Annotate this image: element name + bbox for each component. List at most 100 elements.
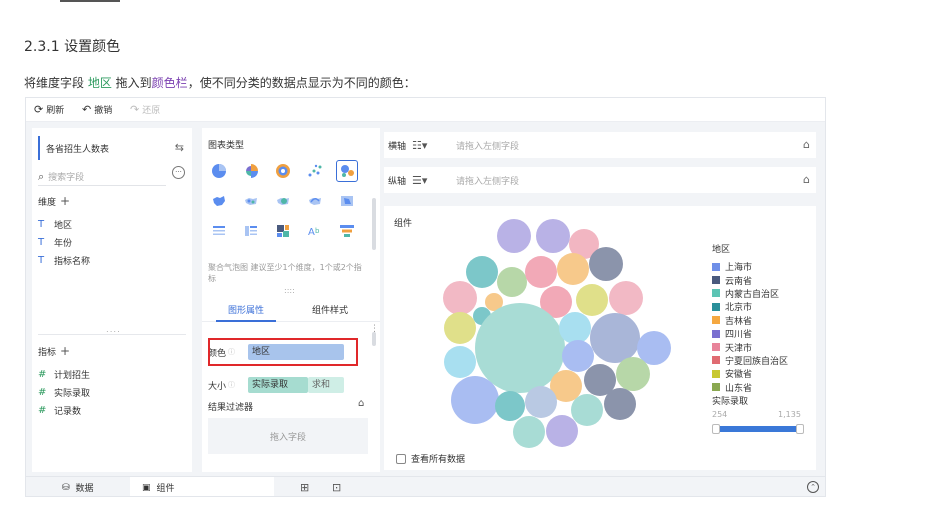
chart-type-flow-map[interactable] — [304, 190, 326, 212]
field-search-input[interactable]: ⌕ 搜索字段 — [38, 168, 166, 186]
more-options-icon[interactable]: ··· — [172, 166, 185, 179]
bubble-chart-icon — [341, 165, 354, 177]
tab-graphic-properties[interactable]: 图形属性 — [228, 303, 264, 316]
bubble — [525, 256, 557, 288]
dimension-field[interactable]: T 年份 — [38, 236, 72, 249]
measure-field[interactable]: # 记录数 — [38, 404, 81, 417]
bubble — [562, 340, 594, 372]
text-field-icon: T — [38, 237, 45, 248]
legend-item[interactable]: 四川省 — [712, 327, 812, 340]
legend-label: 安徽省 — [725, 370, 753, 381]
legend-item[interactable]: 内蒙古自治区 — [712, 287, 812, 300]
slider-max-handle[interactable] — [796, 424, 804, 434]
bubble — [609, 281, 643, 315]
x-axis-label: 横轴 — [388, 141, 407, 152]
chart-type-scrollbar[interactable] — [372, 198, 376, 250]
y-axis-settings-icon[interactable]: ⌂ — [803, 173, 810, 186]
chart-type-region-map[interactable] — [336, 190, 358, 212]
show-all-label: 查看所有数据 — [411, 455, 466, 465]
refresh-button[interactable]: ⟳ 刷新 — [34, 103, 64, 116]
redo-button[interactable]: ↷ 还原 — [130, 103, 160, 116]
field-label: 地区 — [54, 221, 73, 231]
chart-type-scatter[interactable] — [304, 160, 326, 182]
rose-chart-icon — [246, 164, 258, 178]
size-legend-min: 254 — [712, 410, 728, 419]
bubble — [557, 253, 589, 285]
measure-field[interactable]: # 计划招生 — [38, 368, 90, 381]
instruction-text: 将维度字段 地区 拖入到颜色栏，使不同分类的数据点显示为不同的颜色： — [24, 74, 416, 91]
checkbox[interactable] — [396, 453, 406, 464]
chart-type-map[interactable] — [208, 190, 230, 212]
x-axis-settings-icon[interactable]: ⌂ — [803, 138, 810, 151]
size-aggregation[interactable]: 求和 — [308, 377, 344, 393]
chart-type-pie[interactable] — [208, 160, 230, 182]
component-tab-label: 组件 — [156, 484, 175, 494]
dataset-selector[interactable]: 各省招生人数表 ⇆ — [38, 136, 186, 160]
bubble — [495, 391, 525, 421]
chart-type-sunburst[interactable] — [272, 160, 294, 182]
bubble-chart — [443, 219, 671, 448]
dimension-field[interactable]: T 指标名称 — [38, 254, 90, 267]
chart-type-table[interactable] — [208, 220, 230, 242]
dimension-field[interactable]: T 地区 — [38, 218, 72, 231]
y-axis-type-icon[interactable]: ☰▾ — [412, 174, 442, 187]
measure-field[interactable]: # 实际录取 — [38, 386, 90, 399]
undo-label: 撤销 — [94, 106, 113, 116]
treemap-icon — [277, 225, 289, 237]
resize-handle-icon[interactable]: :::: — [106, 328, 121, 337]
add-dimension-icon[interactable]: + — [60, 194, 70, 208]
tab-component[interactable]: ▣ 组件 — [130, 477, 274, 496]
section-divider — [38, 334, 186, 335]
undo-button[interactable]: ↶ 撤销 — [82, 103, 112, 116]
slider-min-handle[interactable] — [712, 424, 720, 434]
cross-table-icon — [245, 226, 257, 236]
legend-item[interactable]: 天津市 — [712, 340, 812, 354]
chart-type-heat-map[interactable] — [272, 190, 294, 212]
legend-item[interactable]: 山东省 — [712, 381, 812, 394]
chart-type-bubble[interactable] — [336, 160, 358, 182]
help-icon[interactable]: ⓘ — [228, 380, 235, 390]
tab-data[interactable]: ⛁ 数据 — [50, 477, 140, 496]
bubble — [589, 247, 623, 281]
size-range-slider[interactable] — [712, 424, 804, 434]
filter-settings-icon[interactable]: ⌂ — [358, 398, 364, 409]
show-all-data-toggle[interactable]: 查看所有数据 — [396, 452, 465, 465]
legend-item[interactable]: 宁夏回族自治区 — [712, 354, 812, 367]
tab-component-style[interactable]: 组件样式 — [312, 303, 348, 316]
legend-item[interactable]: 安徽省 — [712, 367, 812, 380]
x-axis-drop-zone[interactable]: 请拖入左侧字段 — [456, 139, 519, 152]
funnel-icon — [340, 225, 354, 237]
editor-toolbar: ⟳ 刷新 ↶ 撤销 ↷ 还原 — [26, 98, 825, 122]
chart-type-treemap[interactable] — [272, 220, 294, 242]
switch-dataset-icon[interactable]: ⇆ — [175, 141, 184, 154]
bubble — [616, 357, 650, 391]
legend-list[interactable]: 上海市 云南省 内蒙古自治区 北京市 吉林省 四川省 天津市 宁夏回族自治区安徽省 山东省 — [712, 260, 812, 400]
size-field-pill[interactable]: 实际录取 — [248, 377, 308, 393]
add-dashboard-icon[interactable]: ⊡ — [332, 481, 341, 494]
bi-editor-screenshot: ⟳ 刷新 ↶ 撤销 ↷ 还原 各省招生人数表 ⇆ ⌕ 搜索字段 ··· 维度 + T 地区… — [25, 97, 826, 497]
field-label: 年份 — [54, 239, 73, 249]
properties-scrollbar[interactable] — [372, 332, 376, 346]
add-measure-icon[interactable]: + — [60, 344, 70, 358]
legend-item[interactable]: 云南省 — [712, 273, 812, 287]
field-label: 实际录取 — [54, 389, 91, 399]
add-component-icon[interactable]: ⊞ — [300, 481, 309, 494]
legend-item[interactable]: 吉林省 — [712, 314, 812, 327]
chart-type-word-cloud[interactable]: Ab — [304, 220, 326, 242]
bubble — [536, 219, 570, 253]
legend-swatch — [712, 369, 720, 378]
legend-item[interactable]: 北京市 — [712, 300, 812, 313]
chart-type-cross-table[interactable] — [240, 220, 262, 242]
chart-type-funnel[interactable] — [336, 220, 358, 242]
x-axis-type-icon[interactable]: ☷▾ — [412, 139, 442, 152]
legend-item[interactable]: 上海市 — [712, 260, 812, 273]
field-label: 记录数 — [54, 407, 82, 417]
filter-drop-zone[interactable]: 拖入字段 — [208, 418, 368, 454]
chart-type-rose[interactable] — [240, 160, 262, 182]
chart-type-point-map[interactable] — [240, 190, 262, 212]
number-field-icon: # — [38, 369, 47, 380]
resize-handle-icon[interactable]: :::: — [284, 286, 295, 295]
size-property-row: 大小 ⓘ 实际录取 求和 — [208, 374, 372, 396]
y-axis-drop-zone[interactable]: 请拖入左侧字段 — [456, 174, 519, 187]
collapse-icon[interactable]: ⌃ — [807, 481, 819, 493]
